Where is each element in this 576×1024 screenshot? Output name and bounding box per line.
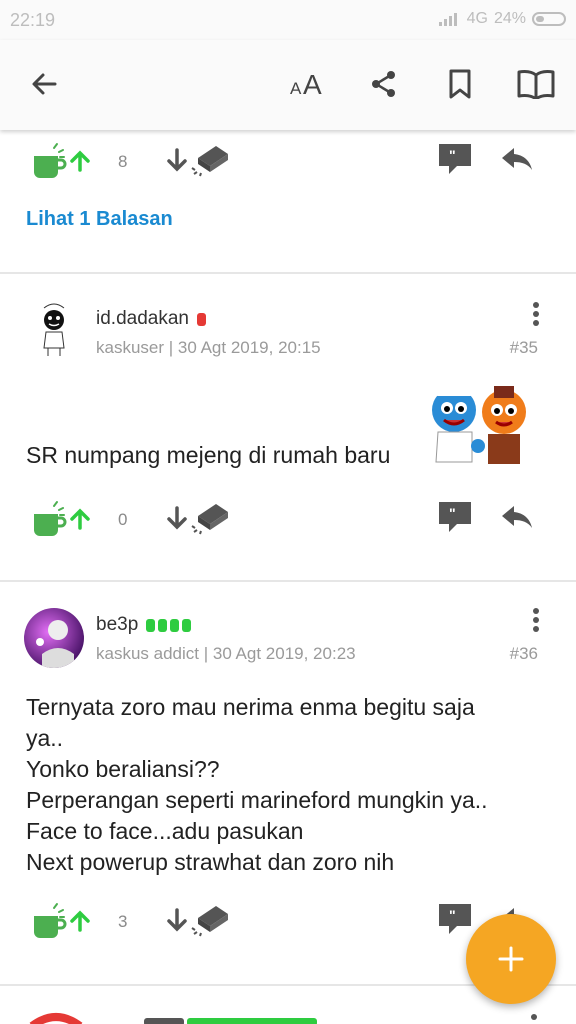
svg-text:": " [449,147,456,163]
post-text-line: SR numpang mejeng di rumah baru [26,442,391,468]
post-text-line: Perperangan seperti marineford mungkin y… [26,787,488,813]
vote-count: 0 [118,510,128,529]
share-icon[interactable] [364,64,404,104]
downvote-arrow-icon[interactable] [165,908,189,932]
reply-icon[interactable] [500,146,534,172]
svg-text:A: A [290,79,302,98]
upvote-arrow-icon[interactable] [68,910,92,932]
vote-count: 3 [118,912,128,931]
svg-text:": " [449,505,456,521]
svg-text:A: A [303,69,322,99]
status-indicators: 4G 24% [438,10,566,28]
post-number[interactable]: #35 [510,338,538,358]
reaction-bar: 0 " [0,500,576,550]
font-size-icon[interactable]: A A [286,64,330,104]
post-text-line: Yonko beraliansi?? [26,756,220,782]
downvote-arrow-icon[interactable] [165,506,189,530]
status-bar: 22:19 4G 24% [0,0,576,40]
battery-percent: 24% [493,10,526,27]
avatar[interactable] [26,1010,86,1024]
sticker-image [432,386,526,464]
username[interactable]: be3p [96,614,192,636]
quote-icon[interactable]: " [437,142,473,176]
status-time: 22:19 [10,10,56,30]
username[interactable]: id.dadakan [96,308,206,330]
post-meta: kaskus addict | 30 Agt 2019, 20:23 [96,644,356,663]
app-bar: A A [0,40,576,130]
avatar[interactable] [24,608,84,668]
upvote-arrow-icon[interactable] [68,508,92,530]
cendol-icon[interactable] [28,500,68,540]
signal-icon [438,13,457,26]
rank-badge [146,618,192,632]
cendol-icon[interactable] [28,142,68,182]
post-header: id.dadakan kaskuser | 30 Agt 2019, 20:15… [0,302,576,372]
downvote-arrow-icon[interactable] [165,148,189,172]
add-post-button[interactable] [466,914,556,1004]
bata-icon[interactable] [188,500,232,538]
more-options-icon[interactable] [532,302,540,332]
more-options-icon[interactable] [530,1014,538,1024]
rank-badge [196,312,206,326]
cendol-icon[interactable] [28,902,68,942]
avatar[interactable] [24,302,84,362]
post-divider [0,580,576,582]
post-meta: kaskuser | 30 Agt 2019, 20:15 [96,338,321,357]
back-arrow-icon[interactable] [24,64,64,104]
battery-icon [532,12,566,26]
view-replies-link[interactable]: Lihat 1 Balasan [26,208,173,231]
quote-icon[interactable]: " [437,902,473,936]
bata-icon[interactable] [188,142,232,180]
upvote-arrow-icon[interactable] [68,150,92,172]
post-divider [0,272,576,274]
post-header: be3p kaskus addict | 30 Agt 2019, 20:23 … [0,608,576,678]
username-text[interactable]: id.dadakan [96,308,189,330]
more-options-icon[interactable] [532,608,540,638]
post-text-line: Next powerup strawhat dan zoro nih [26,849,395,875]
post-number[interactable]: #36 [510,644,538,664]
open-book-icon[interactable] [516,64,556,104]
bata-icon[interactable] [188,902,232,940]
svg-text:": " [449,907,456,923]
post-text-line: ya.. [26,725,64,751]
quote-icon[interactable]: " [437,500,473,534]
network-type: 4G [466,10,488,27]
post-text-line: Face to face...adu pasukan [26,818,304,844]
post-text-line: Ternyata zoro mau nerima enma begitu saj… [26,694,475,720]
username-text[interactable]: be3p [96,614,138,636]
post-body: SR numpang mejeng di rumah baru [26,440,390,471]
reaction-bar: 8 " [0,142,576,192]
reply-icon[interactable] [500,504,534,530]
next-post-header [144,1018,324,1024]
bookmark-icon[interactable] [440,64,480,104]
plus-icon [498,946,524,972]
vote-count: 8 [118,152,128,171]
post-body: Ternyata zoro mau nerima enma begitu saj… [26,692,488,878]
